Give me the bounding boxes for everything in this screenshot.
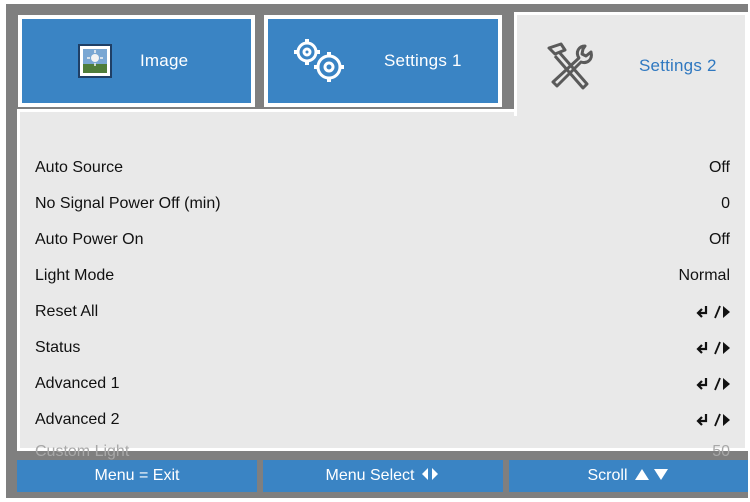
gears-icon bbox=[290, 36, 350, 86]
menu-item-label: Auto Source bbox=[35, 159, 124, 176]
menu-item-light-mode[interactable]: Light Mode Normal bbox=[35, 262, 730, 290]
menu-item-auto-source[interactable]: Auto Source Off bbox=[35, 154, 730, 182]
up-down-arrows-icon bbox=[634, 467, 670, 486]
menu-item-label: Advanced 1 bbox=[35, 375, 120, 392]
menu-item-advanced-2[interactable]: Advanced 2 bbox=[35, 406, 730, 434]
menu-item-label: Light Mode bbox=[35, 267, 115, 284]
footer-scroll: Scroll bbox=[509, 460, 748, 492]
image-icon bbox=[76, 42, 114, 80]
menu-item-label: Reset All bbox=[35, 303, 99, 320]
settings-2-panel: Auto Source Off No Signal Power Off (min… bbox=[17, 109, 748, 460]
enter-icon bbox=[696, 376, 730, 392]
menu-item-label: Custom Light bbox=[35, 443, 130, 460]
tab-settings-2-label: Settings 2 bbox=[639, 55, 717, 75]
tab-settings-1-label: Settings 1 bbox=[384, 51, 462, 70]
tab-image-label: Image bbox=[140, 51, 189, 70]
menu-item-label: Status bbox=[35, 339, 81, 356]
menu-item-label: Auto Power On bbox=[35, 231, 144, 248]
left-right-arrows-icon bbox=[420, 467, 440, 486]
footer-menu-exit-label: Menu = Exit bbox=[94, 467, 180, 484]
tab-settings-2[interactable]: Settings 2 bbox=[514, 12, 748, 116]
menu-item-label: No Signal Power Off (min) bbox=[35, 195, 221, 212]
enter-icon bbox=[696, 412, 730, 428]
menu-item-label: Advanced 2 bbox=[35, 411, 120, 428]
menu-item-auto-power-on[interactable]: Auto Power On Off bbox=[35, 226, 730, 254]
menu-item-value: Off bbox=[708, 159, 730, 176]
enter-icon bbox=[696, 304, 730, 320]
menu-item-no-signal-power-off[interactable]: No Signal Power Off (min) 0 bbox=[35, 190, 730, 218]
menu-item-value: Normal bbox=[678, 267, 730, 284]
footer-scroll-label: Scroll bbox=[587, 467, 628, 484]
tab-settings-1[interactable]: Settings 1 bbox=[264, 15, 502, 107]
enter-icon bbox=[696, 340, 730, 356]
tab-image[interactable]: Image bbox=[18, 15, 255, 107]
menu-item-value: 0 bbox=[721, 195, 730, 212]
osd-menu: Image Settings 1 Settings 2 Auto Source … bbox=[6, 4, 748, 498]
menu-item-value: 50 bbox=[712, 443, 730, 460]
tools-icon bbox=[539, 38, 599, 94]
menu-item-advanced-1[interactable]: Advanced 1 bbox=[35, 370, 730, 398]
footer-menu-exit: Menu = Exit bbox=[17, 460, 257, 492]
footer-menu-select: Menu Select bbox=[263, 460, 503, 492]
menu-item-value: Off bbox=[708, 231, 730, 248]
footer-menu-select-label: Menu Select bbox=[325, 467, 415, 484]
menu-item-reset-all[interactable]: Reset All bbox=[35, 298, 730, 326]
menu-item-status[interactable]: Status bbox=[35, 334, 730, 362]
